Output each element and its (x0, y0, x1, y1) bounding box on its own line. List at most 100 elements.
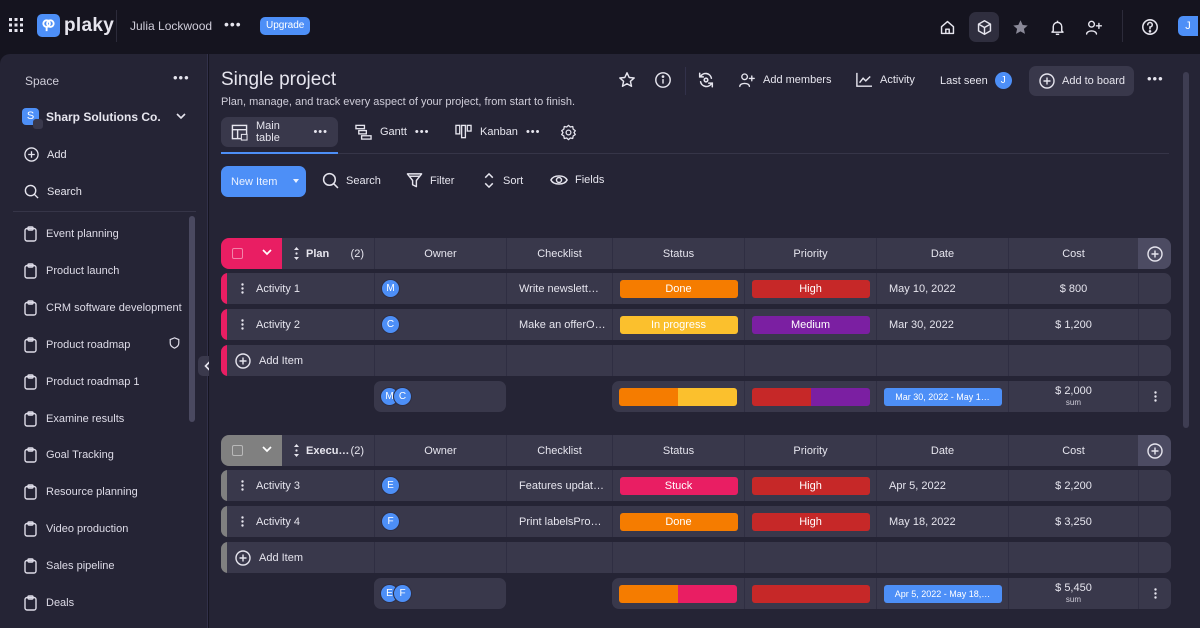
tab-gantt[interactable]: Gantt ••• (345, 117, 439, 147)
status-cell[interactable]: Done (612, 506, 744, 537)
table-row[interactable]: Activity 2 C Make an offerO… In progress Med… (221, 309, 1171, 340)
group-select-checkbox[interactable] (232, 248, 243, 259)
user-avatar[interactable]: J (1178, 16, 1198, 36)
column-header[interactable]: Owner (374, 238, 506, 269)
tab-more-icon[interactable]: ••• (415, 126, 430, 138)
home-icon[interactable] (932, 12, 962, 42)
item-name-cell[interactable]: Activity 3 (227, 470, 374, 501)
owner-cell[interactable]: M (374, 273, 506, 304)
chevron-down-icon[interactable] (176, 113, 186, 120)
column-header[interactable]: Priority (744, 435, 876, 466)
upgrade-button[interactable]: Upgrade (260, 17, 311, 35)
sidebar-board-item[interactable]: Deals (24, 595, 184, 611)
column-header[interactable]: Status (612, 435, 744, 466)
sidebar-add-button[interactable]: Add (24, 147, 67, 162)
sidebar-scrollbar[interactable] (189, 216, 195, 422)
table-row[interactable]: Activity 1 M Write newslett… Done High May 10… (221, 273, 1171, 304)
more-icon[interactable]: ••• (224, 16, 242, 32)
add-user-icon[interactable] (1079, 12, 1109, 42)
sidebar-board-item[interactable]: Goal Tracking (24, 447, 184, 464)
sidebar-board-item[interactable]: Product roadmap 1 (24, 373, 184, 390)
add-item-row[interactable]: Add Item (221, 345, 1171, 376)
column-header[interactable]: Date (876, 435, 1008, 466)
status-cell[interactable]: Done (612, 273, 744, 304)
apps-grid-icon[interactable] (9, 18, 23, 32)
sync-icon[interactable] (697, 71, 715, 89)
sidebar-board-item[interactable]: Examine results (24, 410, 184, 427)
column-header[interactable]: Date (876, 238, 1008, 269)
star-icon[interactable] (1005, 12, 1035, 42)
sidebar-board-item[interactable]: Resource planning (24, 484, 184, 500)
add-item-button[interactable]: Add Item (227, 542, 374, 573)
owner-cell[interactable]: C (374, 309, 506, 340)
help-icon[interactable] (1135, 12, 1165, 42)
tab-main-table[interactable]: Main table ••• (221, 117, 338, 147)
group-name[interactable]: Execu… (2) (282, 435, 374, 466)
column-header[interactable]: Checklist (506, 238, 612, 269)
priority-cell[interactable]: High (744, 273, 876, 304)
status-cell[interactable]: In progress (612, 309, 744, 340)
owners-summary[interactable]: EF (374, 578, 506, 609)
priority-cell[interactable]: Medium (744, 309, 876, 340)
tab-more-icon[interactable]: ••• (526, 126, 541, 138)
space-more-icon[interactable]: ••• (173, 70, 190, 85)
column-header[interactable]: Checklist (506, 435, 612, 466)
date-cell[interactable]: Mar 30, 2022 (876, 309, 1008, 340)
view-settings-button[interactable] (550, 117, 587, 147)
priority-cell[interactable]: High (744, 470, 876, 501)
more-options-icon[interactable]: ••• (1147, 71, 1164, 86)
row-menu-icon[interactable] (241, 516, 244, 527)
filter-button[interactable]: Filter (406, 172, 454, 189)
column-header[interactable]: Cost (1008, 435, 1138, 466)
add-item-row[interactable]: Add Item (221, 542, 1171, 573)
add-column-button[interactable] (1138, 238, 1171, 269)
checklist-cell[interactable]: Write newslett… (506, 273, 612, 304)
date-summary[interactable]: Mar 30, 2022 - May 1… (876, 381, 1008, 412)
owners-summary[interactable]: MC (374, 381, 506, 412)
table-row[interactable]: Activity 3 E Features updat… Stuck High Apr 5… (221, 470, 1171, 501)
add-item-button[interactable]: Add Item (227, 345, 374, 376)
status-summary[interactable] (612, 578, 744, 609)
main-scrollbar[interactable] (1183, 72, 1189, 428)
dropdown-caret-icon[interactable] (293, 179, 299, 183)
cost-cell[interactable]: $ 2,200 (1008, 470, 1138, 501)
date-cell[interactable]: May 10, 2022 (876, 273, 1008, 304)
tab-kanban[interactable]: Kanban ••• (445, 117, 551, 147)
checklist-cell[interactable]: Print labelsPro… (506, 506, 612, 537)
status-summary[interactable] (612, 381, 744, 412)
sort-button[interactable]: Sort (482, 172, 523, 189)
sidebar-board-item[interactable]: Event planning (24, 226, 184, 242)
status-cell[interactable]: Stuck (612, 470, 744, 501)
group-name[interactable]: Plan (2) (282, 238, 374, 269)
row-menu-icon[interactable] (241, 283, 244, 294)
priority-cell[interactable]: High (744, 506, 876, 537)
add-column-button[interactable] (1138, 435, 1171, 466)
sidebar-board-item[interactable]: CRM software development (24, 300, 184, 316)
cost-cell[interactable]: $ 3,250 (1008, 506, 1138, 537)
column-header[interactable]: Priority (744, 238, 876, 269)
sidebar-search-button[interactable]: Search (24, 184, 82, 199)
search-button[interactable]: Search (322, 172, 381, 189)
last-seen-button[interactable]: Last seen J (940, 72, 1012, 89)
checklist-cell[interactable]: Make an offerO… (506, 309, 612, 340)
box-icon[interactable] (969, 12, 999, 42)
column-header[interactable]: Cost (1008, 238, 1138, 269)
item-name-cell[interactable]: Activity 4 (227, 506, 374, 537)
date-cell[interactable]: May 18, 2022 (876, 506, 1008, 537)
app-logo[interactable]: plaky (37, 14, 114, 37)
cost-summary[interactable]: $ 5,450 sum (1008, 578, 1138, 609)
owner-cell[interactable]: F (374, 506, 506, 537)
drag-handle-icon[interactable] (294, 444, 299, 457)
table-row[interactable]: Activity 4 F Print labelsPro… Done High May 1… (221, 506, 1171, 537)
column-header[interactable]: Owner (374, 435, 506, 466)
add-members-button[interactable]: Add members (738, 72, 831, 88)
favorite-star-icon[interactable] (618, 71, 636, 89)
cost-cell[interactable]: $ 800 (1008, 273, 1138, 304)
new-item-button[interactable]: New Item (221, 166, 306, 197)
sidebar-board-item[interactable]: Video production (24, 521, 184, 537)
row-menu-icon[interactable] (241, 480, 244, 491)
priority-summary[interactable] (744, 578, 876, 609)
user-name[interactable]: Julia Lockwood (130, 19, 212, 33)
workspace-selector[interactable]: S Sharp Solutions Co. (22, 108, 161, 129)
summary-menu-button[interactable] (1138, 381, 1171, 412)
